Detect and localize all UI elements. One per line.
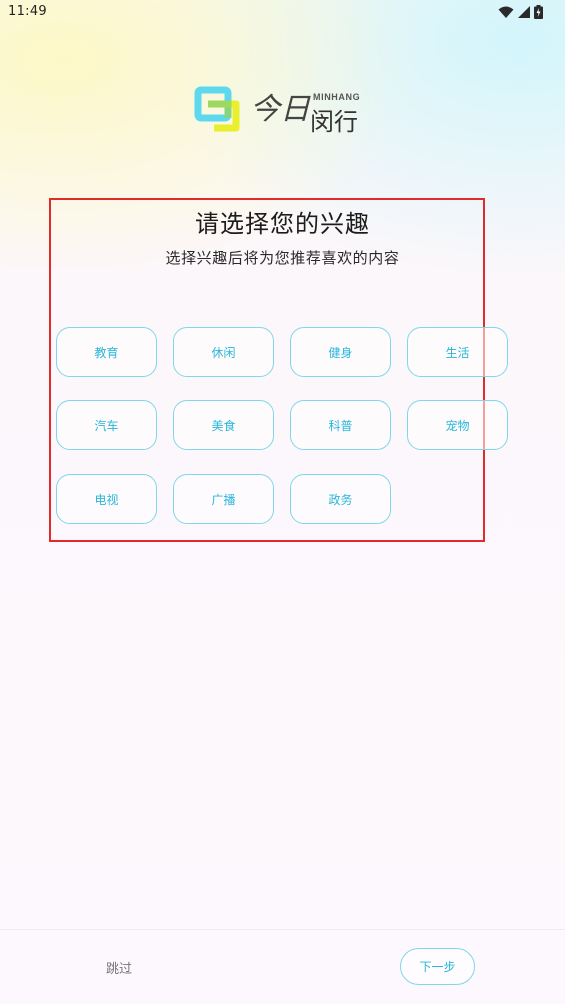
interest-tag-radio[interactable]: 广播 xyxy=(173,474,274,524)
page-subtitle: 选择兴趣后将为您推荐喜欢的内容 xyxy=(165,249,400,267)
next-step-button[interactable]: 下一步 xyxy=(400,948,475,985)
battery-icon xyxy=(534,5,543,19)
interest-tag-pets[interactable]: 宠物 xyxy=(407,400,508,450)
status-icons xyxy=(498,4,543,20)
logo-mark-icon xyxy=(194,86,240,132)
wifi-icon xyxy=(498,6,514,19)
logo-text-english: MINHANG xyxy=(313,92,361,102)
cell-signal-icon xyxy=(518,6,530,18)
interest-tag-life[interactable]: 生活 xyxy=(407,327,508,377)
interest-tag-fitness[interactable]: 健身 xyxy=(290,327,391,377)
interest-tag-food[interactable]: 美食 xyxy=(173,400,274,450)
interest-tag-science[interactable]: 科普 xyxy=(290,400,391,450)
interest-tag-tv[interactable]: 电视 xyxy=(56,474,157,524)
app-logo: 今日 MINHANG 闵行 xyxy=(194,82,374,136)
page-title: 请选择您的兴趣 xyxy=(195,210,370,238)
interest-tag-government[interactable]: 政务 xyxy=(290,474,391,524)
interest-tag-leisure[interactable]: 休闲 xyxy=(173,327,274,377)
bottom-divider xyxy=(0,929,565,930)
status-bar: 11:49 xyxy=(0,0,565,24)
interest-tag-education[interactable]: 教育 xyxy=(56,327,157,377)
logo-text-chinese-1: 今日 xyxy=(250,92,310,127)
skip-button[interactable]: 跳过 xyxy=(106,958,132,977)
logo-text-chinese-2: 闵行 xyxy=(310,108,358,136)
status-time: 11:49 xyxy=(8,4,47,19)
interest-tag-cars[interactable]: 汽车 xyxy=(56,400,157,450)
